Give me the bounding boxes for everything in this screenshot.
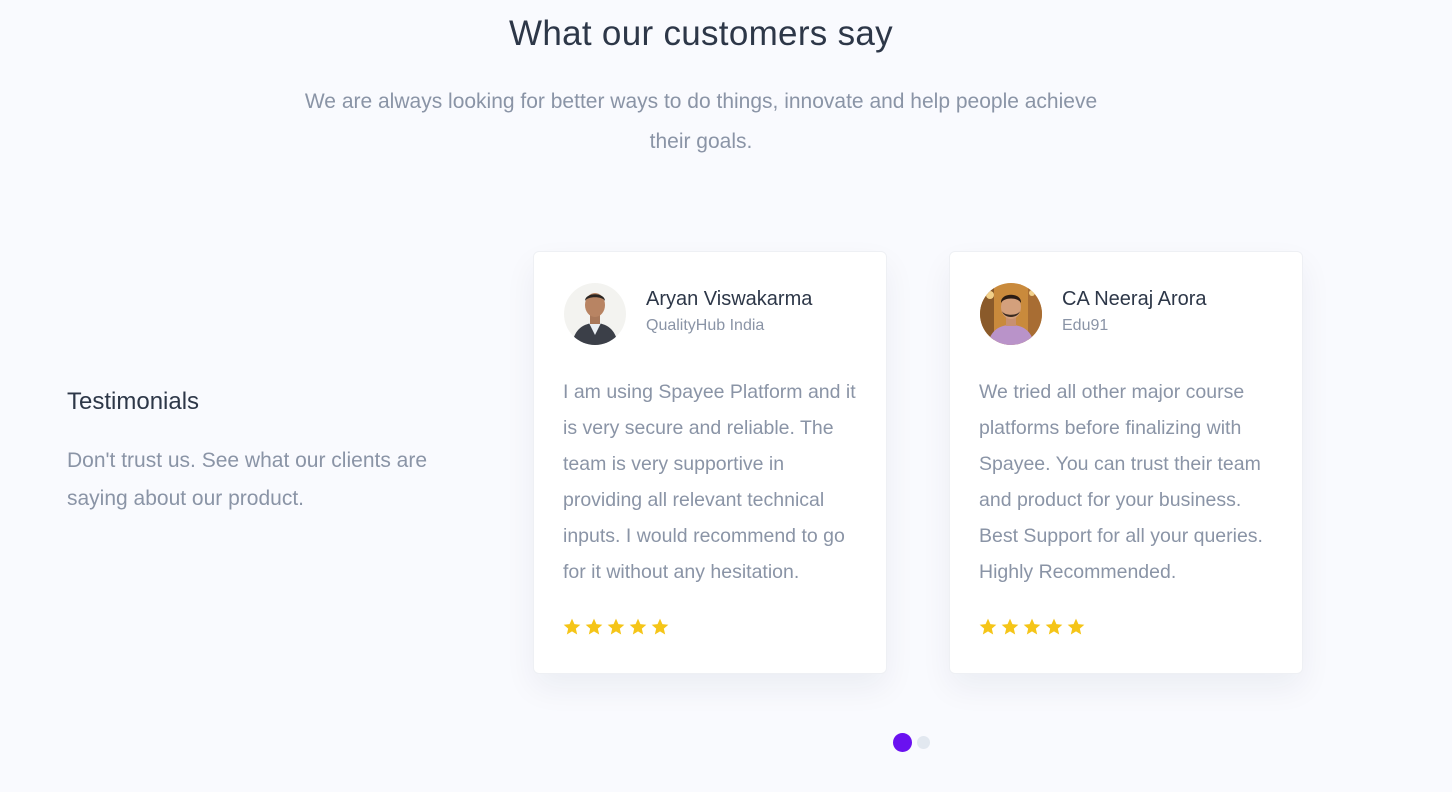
star-icon xyxy=(1023,618,1041,635)
reviewer-company: Edu91 xyxy=(1062,317,1109,334)
testimonials-intro-text: Don't trust us. See what our clients are… xyxy=(67,449,428,510)
testimonials-section: What our customers say We are always loo… xyxy=(0,0,1452,792)
testimonial-card: Aryan Viswakarma QualityHub India I am u… xyxy=(533,251,887,674)
testimonial-quote: We tried all other major course platform… xyxy=(979,381,1263,583)
testimonial-card: CA Neeraj Arora Edu91 We tried all other… xyxy=(949,251,1303,674)
star-icon xyxy=(585,618,603,635)
star-icon xyxy=(1067,618,1085,635)
carousel-pagination xyxy=(893,733,930,752)
avatar xyxy=(564,283,626,345)
star-rating xyxy=(978,617,1086,637)
reviewer-name: CA Neeraj Arora xyxy=(1062,288,1207,310)
reviewer-name: Aryan Viswakarma xyxy=(646,288,813,310)
section-subtitle: We are always looking for better ways to… xyxy=(304,90,1098,153)
star-icon xyxy=(1001,618,1019,635)
carousel-dot-2[interactable] xyxy=(917,736,930,749)
person-photo-icon xyxy=(980,283,1042,345)
star-icon xyxy=(629,618,647,635)
carousel-dot-1[interactable] xyxy=(893,733,912,752)
star-icon xyxy=(651,618,669,635)
person-photo-icon xyxy=(564,283,626,345)
star-rating xyxy=(562,617,670,637)
section-title: What our customers say xyxy=(509,14,893,53)
star-icon xyxy=(607,618,625,635)
testimonial-quote: I am using Spayee Platform and it is ver… xyxy=(563,381,856,583)
avatar xyxy=(980,283,1042,345)
testimonials-heading: Testimonials xyxy=(67,388,200,415)
star-icon xyxy=(563,618,581,635)
star-icon xyxy=(979,618,997,635)
reviewer-company: QualityHub India xyxy=(646,317,765,334)
star-icon xyxy=(1045,618,1063,635)
